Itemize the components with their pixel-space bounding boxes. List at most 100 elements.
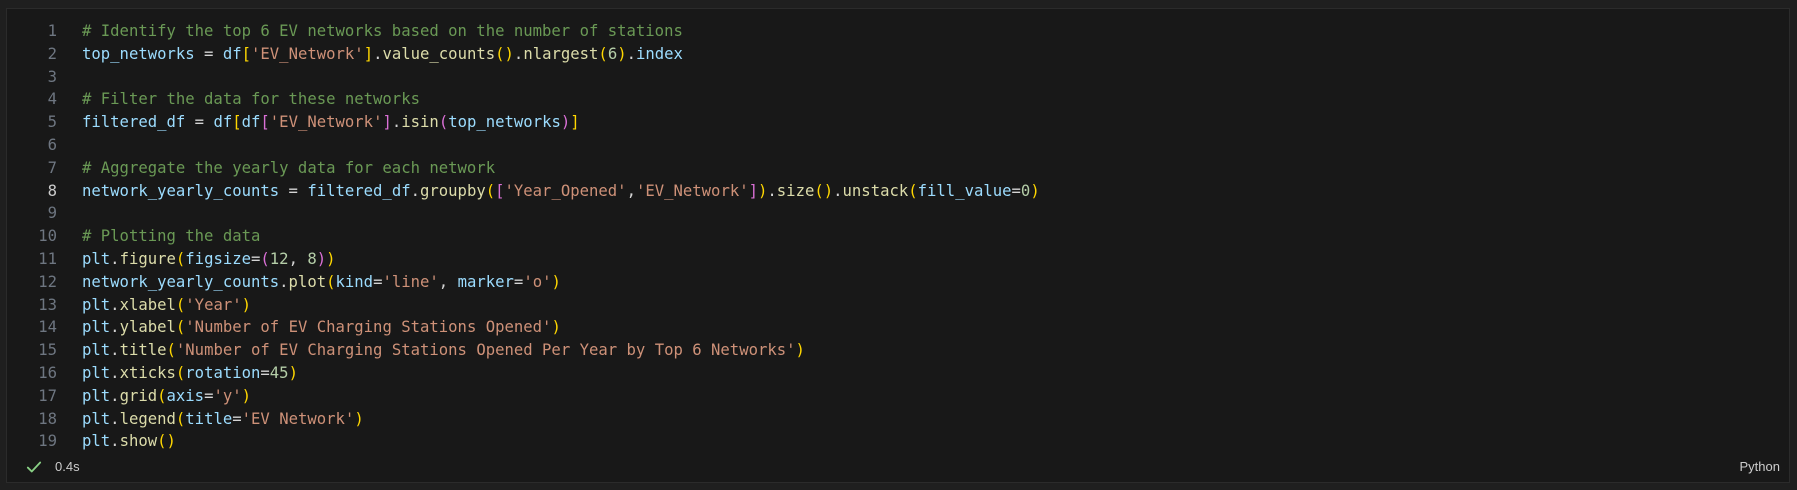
execution-time: 0.4s xyxy=(55,459,80,474)
code-token: 12 xyxy=(269,249,289,268)
code-token: [ xyxy=(495,181,505,200)
code-token: = xyxy=(260,363,270,382)
code-token: # Plotting the data xyxy=(82,227,261,246)
cell-status-bar: 0.4s Python xyxy=(7,452,1789,482)
code-token: isin xyxy=(401,113,439,132)
code-token: df xyxy=(222,44,242,63)
line-number: 6 xyxy=(47,135,57,154)
code-token: . xyxy=(767,181,777,200)
code-token: . xyxy=(110,295,120,314)
code-token: 'Number of EV Charging Stations Opened' xyxy=(185,318,552,337)
check-icon xyxy=(26,461,42,473)
code-line[interactable]: 2 top_networks = df['EV_Network']. value_c… xyxy=(7,43,1789,66)
code-token: figsize xyxy=(185,249,252,268)
code-token: ( xyxy=(485,181,496,200)
notebook-code-cell[interactable]: 1 # Identify the top 6 EV networks based … xyxy=(6,8,1790,483)
code-token: () xyxy=(814,181,834,200)
code-token: 6 xyxy=(607,44,618,63)
code-token: fill_value xyxy=(917,181,1012,200)
code-token: . xyxy=(110,432,120,451)
code-line[interactable]: 18 plt.legend(title='EV Network') xyxy=(7,408,1789,431)
code-token: ( xyxy=(175,409,186,428)
code-token: marker xyxy=(457,272,514,291)
code-token: plt xyxy=(82,363,111,382)
code-token: , xyxy=(626,181,636,200)
code-line[interactable]: 1 # Identify the top 6 EV networks based … xyxy=(7,20,1789,43)
code-token: ( xyxy=(175,318,186,337)
language-selector[interactable]: Python xyxy=(1740,459,1780,474)
code-token: = xyxy=(251,249,261,268)
line-number: 16 xyxy=(38,363,57,382)
code-token: plt xyxy=(82,295,111,314)
code-token: df xyxy=(241,113,261,132)
code-line[interactable]: 15 plt.title('Number of EV Charging Stati… xyxy=(7,339,1789,362)
code-token: top_networks xyxy=(82,44,195,63)
code-line[interactable]: 16 plt.xticks(rotation=45) xyxy=(7,362,1789,385)
code-line[interactable]: 7 # Aggregate the yearly data for each ne… xyxy=(7,157,1789,180)
code-token: 'Number of EV Charging Stations Opened P… xyxy=(175,341,796,360)
code-line[interactable]: 4 # Filter the data for these networks xyxy=(7,88,1789,111)
code-line[interactable]: 8 network_yearly_counts = filtered_df.gro… xyxy=(7,180,1789,203)
code-token: ( xyxy=(326,272,336,291)
code-token: plt xyxy=(82,341,111,360)
line-number: 2 xyxy=(47,44,57,63)
code-token: network_yearly_counts xyxy=(82,272,280,291)
code-token: = xyxy=(185,113,214,132)
code-token: rotation xyxy=(185,363,261,382)
code-token: 'EV_Network' xyxy=(269,113,383,132)
code-token: # Filter the data for these networks xyxy=(82,90,420,109)
code-line[interactable]: 14 plt.ylabel('Number of EV Charging Stat… xyxy=(7,316,1789,339)
code-token: . xyxy=(410,181,420,200)
code-token: value_counts xyxy=(382,44,496,63)
code-token: top_networks xyxy=(448,113,561,132)
code-token: size xyxy=(776,181,815,200)
code-token: ) xyxy=(795,341,805,360)
code-token: index xyxy=(635,44,683,63)
code-line[interactable]: 13 plt.xlabel('Year') xyxy=(7,294,1789,317)
code-token: ) xyxy=(560,113,571,132)
code-token: [ xyxy=(241,44,252,63)
code-line[interactable]: 12 network_yearly_counts.plot(kind = 'line'… xyxy=(7,271,1789,294)
code-token: ) xyxy=(617,44,627,63)
code-token: nlargest xyxy=(523,44,599,63)
code-editor[interactable]: 1 # Identify the top 6 EV networks based … xyxy=(7,20,1789,453)
code-line[interactable]: 17 plt.grid(axis='y') xyxy=(7,385,1789,408)
code-token: ( xyxy=(908,181,918,200)
code-token: ( xyxy=(175,249,186,268)
line-number: 17 xyxy=(38,386,57,405)
code-token: ] xyxy=(748,181,759,200)
code-line[interactable]: 11 plt.figure(figsize=(12, 8)) xyxy=(7,248,1789,271)
code-token: 'EV_Network' xyxy=(251,44,364,63)
code-line[interactable]: 10 # Plotting the data xyxy=(7,225,1789,248)
code-line[interactable]: 19 plt.show() xyxy=(7,430,1789,453)
code-token: axis xyxy=(166,386,205,405)
line-number: 4 xyxy=(47,90,57,109)
code-token: legend xyxy=(119,409,176,428)
code-token: ] xyxy=(363,44,374,63)
code-line[interactable]: 3 xyxy=(7,66,1789,89)
code-token: 'EV Network' xyxy=(241,409,355,428)
code-token: . xyxy=(110,341,120,360)
code-token: . xyxy=(110,409,120,428)
code-token: ) xyxy=(326,249,336,268)
line-number: 19 xyxy=(38,432,57,451)
code-line[interactable]: 6 xyxy=(7,134,1789,157)
code-token: ] xyxy=(382,113,392,132)
line-number: 8 xyxy=(47,181,57,200)
code-line[interactable]: 5 filtered_df = df[df['EV_Network'].isin(… xyxy=(7,111,1789,134)
code-token: ) xyxy=(551,272,561,291)
code-token: ) xyxy=(241,386,252,405)
code-token: filtered_df xyxy=(307,181,411,200)
code-token: ) xyxy=(288,363,298,382)
code-token: ) xyxy=(316,249,327,268)
code-token: # Identify the top 6 EV networks based o… xyxy=(82,22,683,40)
code-token: ( xyxy=(598,44,608,63)
code-token: 'line' xyxy=(382,272,439,291)
code-token: . xyxy=(110,386,120,405)
code-token: [ xyxy=(260,113,270,132)
code-line[interactable]: 9 xyxy=(7,202,1789,225)
code-token: 'EV_Network' xyxy=(635,181,749,200)
line-number: 7 xyxy=(47,158,57,177)
code-token: df xyxy=(213,113,233,132)
code-token: , xyxy=(288,249,308,268)
